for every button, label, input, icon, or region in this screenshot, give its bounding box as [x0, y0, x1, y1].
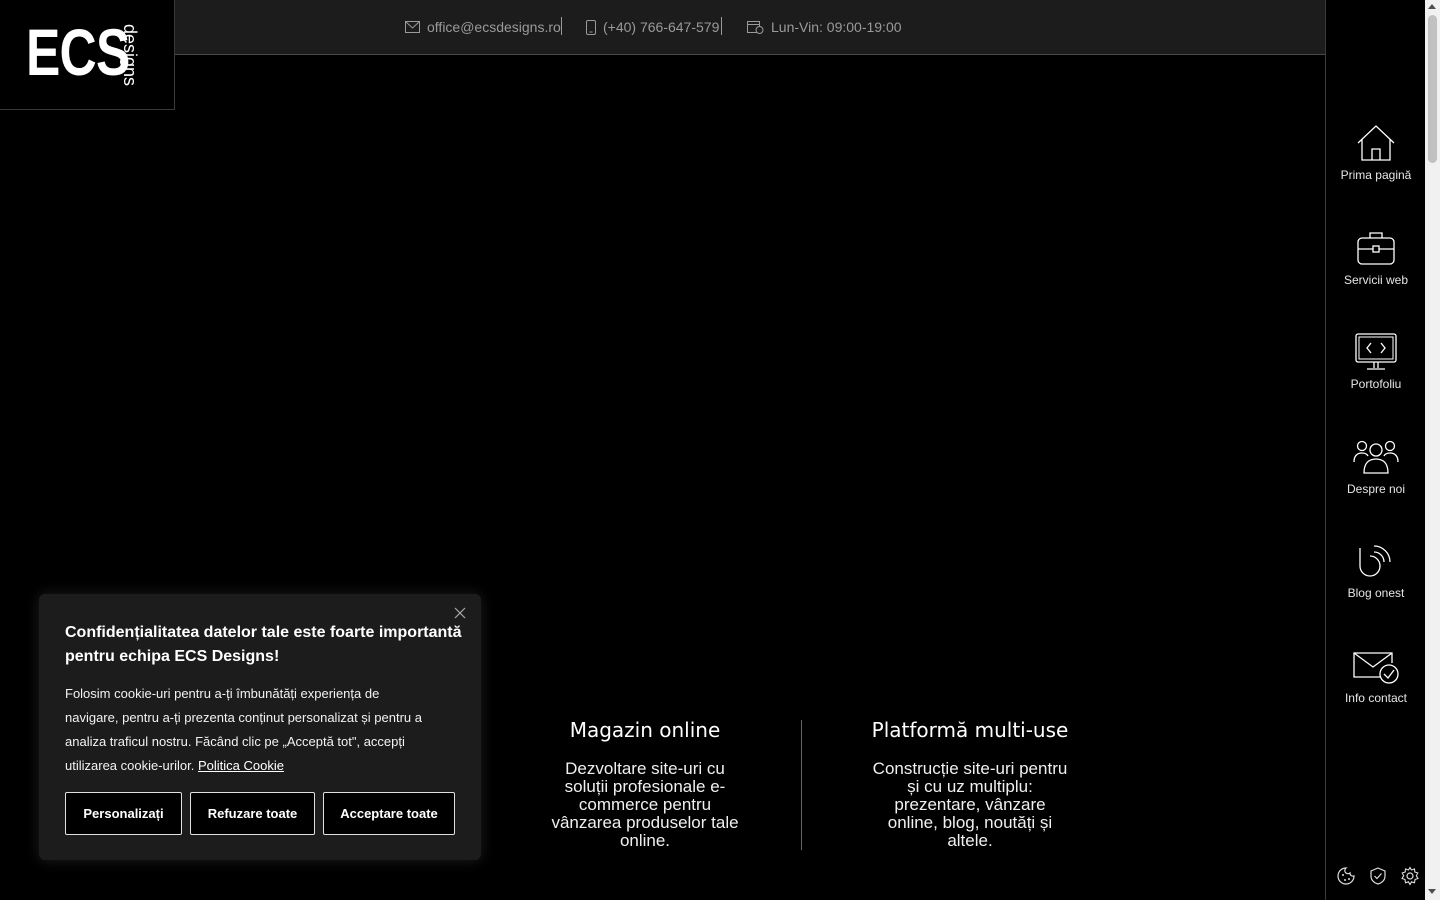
- briefcase-icon: [1357, 232, 1395, 265]
- mail-check-icon: [1353, 652, 1399, 684]
- nav-item-contact[interactable]: Info contact: [1326, 647, 1426, 737]
- nav-item-portfolio[interactable]: Portofoliu: [1326, 333, 1426, 423]
- nav-item-about[interactable]: Despre noi: [1326, 438, 1426, 528]
- nav-item-services[interactable]: Servicii web: [1326, 229, 1426, 319]
- hours-text: Lun-Vin: 09:00-19:00: [771, 19, 902, 35]
- feature-divider: [801, 720, 802, 850]
- home-icon: [1357, 125, 1395, 161]
- cookie-title: Confidențialitatea datelor tale este foa…: [65, 624, 462, 665]
- envelope-icon: [405, 21, 420, 33]
- top-contact-bar: office@ecsdesigns.ro (+40) 766-647-579 L…: [175, 0, 1325, 55]
- feature-text: Dezvoltare site-uri cu soluții profesion…: [551, 759, 739, 850]
- close-icon[interactable]: [453, 606, 467, 620]
- nav-label: Info contact: [1344, 691, 1408, 705]
- users-icon: [1353, 440, 1399, 474]
- reject-all-button[interactable]: Refuzare toate: [190, 792, 315, 835]
- phone-link[interactable]: (+40) 766-647-579: [586, 17, 719, 37]
- feature-title: Platformă multi-use: [871, 718, 1069, 742]
- cookie-consent-dialog: Confidențialitatea datelor tale este foa…: [39, 594, 481, 860]
- logo-main-text: ECS: [26, 15, 130, 89]
- nav-label: Despre noi: [1346, 482, 1406, 496]
- blog-feed-icon: [1359, 545, 1391, 577]
- shield-check-icon[interactable]: [1368, 866, 1388, 886]
- phone-text: (+40) 766-647-579: [603, 19, 720, 35]
- nav-label: Prima pagină: [1340, 168, 1412, 182]
- separator: [721, 17, 722, 35]
- nav-item-blog[interactable]: Blog onest: [1326, 542, 1426, 632]
- feature-text: Construcție site-uri pentru și cu uz mul…: [872, 759, 1068, 850]
- hours-info: Lun-Vin: 09:00-19:00: [747, 17, 902, 37]
- accept-all-button[interactable]: Acceptare toate: [323, 792, 455, 835]
- bottom-utility-icons: [1336, 866, 1420, 886]
- feature-title: Magazin online: [569, 718, 721, 742]
- feature-multi-use-platform: Platformă multi-use Construcție site-uri…: [850, 718, 1090, 850]
- page: ECS designs office@ecsdesigns.ro (+40) 7…: [0, 0, 1440, 900]
- monitor-code-icon: [1355, 333, 1397, 370]
- cookie-policy-link[interactable]: Politica Cookie: [198, 758, 284, 773]
- email-link[interactable]: office@ecsdesigns.ro: [405, 17, 561, 37]
- right-sidebar-nav: Prima pagină Servicii web Portofoliu Des…: [1325, 0, 1425, 900]
- page-scrollbar[interactable]: [1425, 0, 1440, 900]
- feature-online-store: Magazin online Dezvoltare site-uri cu so…: [525, 718, 765, 850]
- logo-sub-text: designs: [120, 24, 140, 87]
- nav-label: Servicii web: [1343, 273, 1409, 287]
- scroll-down-arrow-icon[interactable]: [1428, 889, 1436, 894]
- logo[interactable]: ECS designs: [0, 0, 175, 110]
- nav-label: Portofoliu: [1350, 377, 1402, 391]
- calendar-clock-icon: [747, 21, 764, 34]
- customize-button[interactable]: Personalizați: [65, 792, 182, 835]
- email-text: office@ecsdesigns.ro: [427, 19, 561, 35]
- scroll-thumb[interactable]: [1428, 15, 1437, 163]
- cookie-description: Folosim cookie-uri pentru a-ți îmbunătăț…: [65, 682, 425, 778]
- gear-icon[interactable]: [1400, 866, 1420, 886]
- nav-label: Blog onest: [1347, 586, 1405, 600]
- scroll-up-arrow-icon[interactable]: [1428, 4, 1436, 9]
- separator: [561, 17, 562, 35]
- cookie-icon[interactable]: [1336, 866, 1356, 886]
- phone-icon: [586, 19, 596, 35]
- nav-item-home[interactable]: Prima pagină: [1326, 124, 1426, 214]
